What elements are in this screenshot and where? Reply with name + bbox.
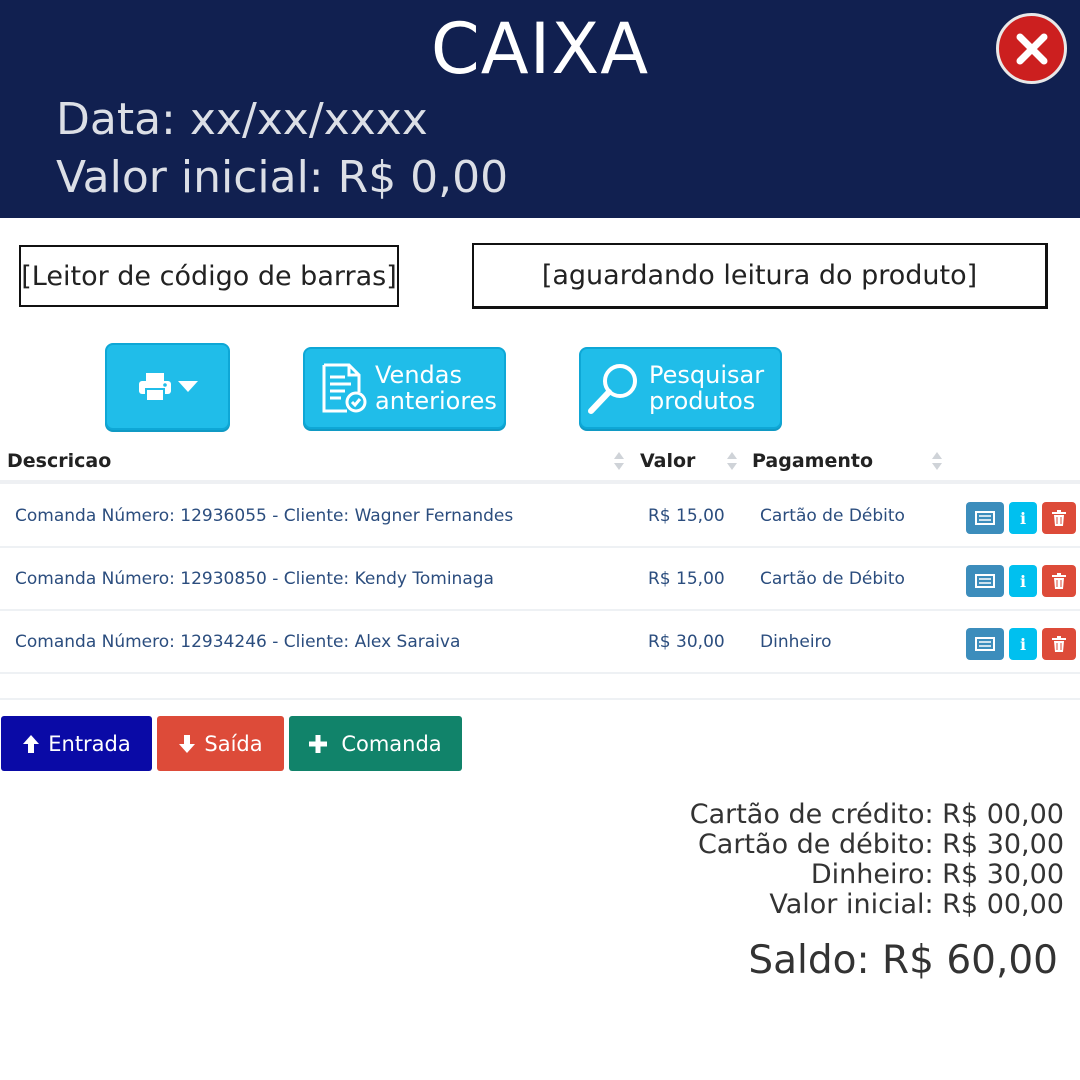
column-header-descricao[interactable]: Descricao	[7, 450, 111, 472]
cell-pagamento: Cartão de Débito	[760, 506, 905, 526]
view-button[interactable]	[966, 502, 1004, 534]
initial-value-label: Valor inicial: R$ 0,00	[56, 152, 509, 203]
cell-pagamento: Dinheiro	[760, 632, 832, 652]
view-button[interactable]	[966, 565, 1004, 597]
info-icon: i	[1019, 634, 1027, 654]
barcode-reader-box[interactable]: [Leitor de código de barras]	[19, 245, 399, 307]
sort-icon[interactable]	[613, 449, 625, 473]
cell-descricao: Comanda Número: 12936055 - Cliente: Wagn…	[15, 506, 514, 526]
column-header-pagamento[interactable]: Pagamento	[752, 450, 873, 472]
trash-icon	[1052, 510, 1066, 526]
date-label: Data: xx/xx/xxxx	[56, 94, 428, 145]
cell-valor: R$ 15,00	[648, 506, 725, 526]
search-icon	[588, 364, 637, 414]
entrada-button[interactable]: Entrada	[1, 716, 152, 771]
search-products-button[interactable]: Pesquisar produtos	[579, 347, 782, 429]
chevron-down-icon	[177, 380, 198, 392]
barcode-status-box: [aguardando leitura do produto]	[472, 243, 1048, 309]
cell-descricao: Comanda Número: 12934246 - Cliente: Alex…	[15, 632, 461, 652]
delete-button[interactable]	[1042, 502, 1076, 534]
saldo-total: Saldo: R$ 60,00	[748, 938, 1058, 983]
trash-icon	[1052, 636, 1066, 652]
info-button[interactable]: i	[1009, 502, 1037, 534]
delete-button[interactable]	[1042, 565, 1076, 597]
table-row: Comanda Número: 12930850 - Cliente: Kend…	[0, 549, 1080, 611]
cell-valor: R$ 15,00	[648, 569, 725, 589]
saida-button[interactable]: Saída	[157, 716, 284, 771]
list-icon	[975, 637, 995, 651]
plus-icon	[309, 734, 328, 753]
total-credito: Cartão de crédito: R$ 00,00	[689, 799, 1064, 830]
comanda-button[interactable]: Comanda	[289, 716, 462, 771]
totals-summary: Cartão de crédito: R$ 00,00 Cartão de dé…	[690, 800, 1064, 920]
view-button[interactable]	[966, 628, 1004, 660]
info-icon: i	[1019, 571, 1027, 591]
sort-icon[interactable]	[726, 449, 738, 473]
info-icon: i	[1019, 508, 1027, 528]
previous-sales-label: Vendas anteriores	[375, 361, 497, 415]
saida-label: Saída	[204, 731, 263, 756]
comanda-label: Comanda	[341, 731, 442, 756]
header: CAIXA Data: xx/xx/xxxx Valor inicial: R$…	[0, 0, 1080, 218]
cell-pagamento: Cartão de Débito	[760, 569, 905, 589]
search-products-label: Pesquisar produtos	[649, 361, 765, 415]
entrada-label: Entrada	[48, 731, 131, 756]
print-dropdown-button[interactable]	[105, 343, 230, 430]
list-icon	[975, 511, 995, 525]
info-button[interactable]: i	[1009, 565, 1037, 597]
previous-sales-button[interactable]: Vendas anteriores	[303, 347, 506, 429]
sort-icon[interactable]	[931, 449, 943, 473]
total-dinheiro: Dinheiro: R$ 30,00	[810, 859, 1064, 890]
cell-descricao: Comanda Número: 12930850 - Cliente: Kend…	[15, 569, 494, 589]
table-header: Descricao Valor Pagamento	[0, 440, 1080, 484]
close-button[interactable]	[996, 13, 1067, 84]
column-header-valor[interactable]: Valor	[640, 450, 695, 472]
arrow-up-icon	[23, 734, 40, 753]
list-icon	[975, 574, 995, 588]
close-icon	[1016, 33, 1047, 64]
delete-button[interactable]	[1042, 628, 1076, 660]
table-footer-divider	[0, 698, 1080, 700]
cell-valor: R$ 30,00	[648, 632, 725, 652]
page-title: CAIXA	[430, 8, 650, 90]
document-check-icon	[322, 363, 367, 413]
trash-icon	[1052, 573, 1066, 589]
table-row: Comanda Número: 12936055 - Cliente: Wagn…	[0, 486, 1080, 548]
arrow-down-icon	[179, 734, 196, 753]
info-button[interactable]: i	[1009, 628, 1037, 660]
table-row: Comanda Número: 12934246 - Cliente: Alex…	[0, 612, 1080, 674]
total-valor-inicial: Valor inicial: R$ 00,00	[769, 889, 1064, 920]
total-debito: Cartão de débito: R$ 30,00	[697, 829, 1064, 860]
print-icon	[138, 372, 171, 402]
